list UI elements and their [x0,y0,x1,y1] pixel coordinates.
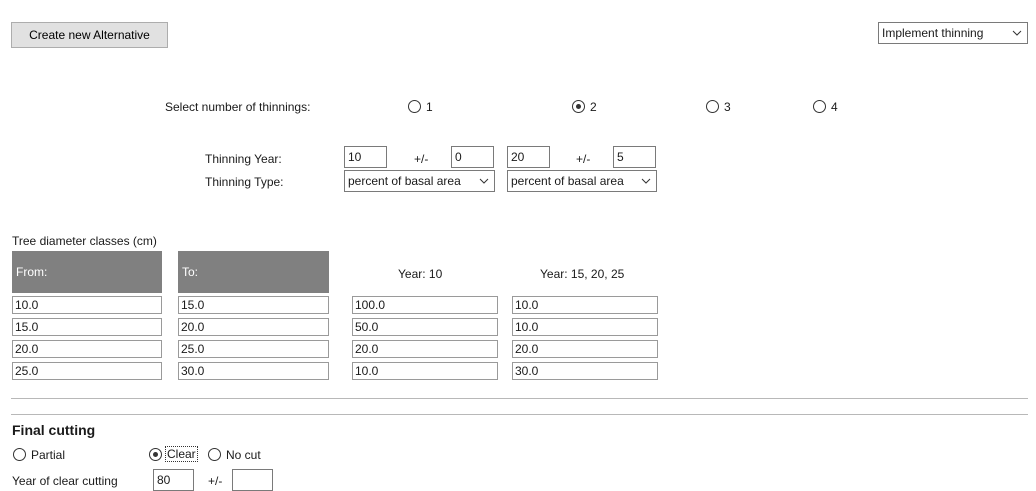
table-cell-year-b[interactable]: 30.0 [512,362,658,380]
radio-label: 1 [426,100,433,114]
mode-select[interactable]: Implement thinning [878,22,1028,44]
clear-cutting-year-input[interactable]: 80 [153,469,194,491]
diameter-table-caption: Tree diameter classes (cm) [12,234,157,248]
thinnings-radio-3[interactable]: 3 [706,98,746,116]
thinning-2-type-select[interactable]: percent of basal area [507,170,657,192]
table-cell-year-b[interactable]: 20.0 [512,340,658,358]
thinning-2-year-input[interactable]: 20 [507,146,550,168]
radio-button-icon [149,448,162,461]
table-cell-to[interactable]: 30.0 [178,362,329,380]
table-cell-year-a[interactable]: 20.0 [352,340,498,358]
create-alternative-button[interactable]: Create new Alternative [11,22,168,48]
thinning-year-label: Thinning Year: [205,152,282,166]
from-column-header: From: [12,251,162,293]
radio-button-icon [208,448,221,461]
thinnings-radio-1[interactable]: 1 [408,98,448,116]
plus-minus-label: +/- [414,152,429,166]
table-cell-year-b[interactable]: 10.0 [512,318,658,336]
thinning-1-type-select[interactable]: percent of basal area [344,170,495,192]
year-a-column-header: Year: 10 [398,267,443,281]
final-cutting-title: Final cutting [12,422,96,438]
chevron-down-icon [477,171,491,191]
table-cell-from[interactable]: 20.0 [12,340,162,358]
radio-button-icon [13,448,26,461]
final-cutting-radio-clear[interactable]: Clear [149,446,205,464]
year-b-column-header: Year: 15, 20, 25 [540,267,625,281]
thinnings-count-label: Select number of thinnings: [165,100,311,114]
thinning-2-tolerance-input[interactable]: 5 [613,146,656,168]
to-column-header: To: [178,251,329,293]
table-cell-from[interactable]: 15.0 [12,318,162,336]
section-divider [11,398,1028,399]
thinning-type-label: Thinning Type: [205,175,284,189]
table-cell-to[interactable]: 15.0 [178,296,329,314]
table-cell-year-a[interactable]: 10.0 [352,362,498,380]
radio-label: Clear [165,446,198,462]
radio-label: No cut [226,448,261,462]
table-cell-year-a[interactable]: 50.0 [352,318,498,336]
radio-label: 2 [590,100,597,114]
radio-button-icon [408,100,421,113]
thinning-type-value: percent of basal area [348,174,461,188]
table-cell-to[interactable]: 25.0 [178,340,329,358]
table-cell-from[interactable]: 10.0 [12,296,162,314]
final-cutting-radio-partial[interactable]: Partial [12,446,92,464]
clear-cutting-tolerance-input[interactable] [232,469,273,491]
chevron-down-icon [1010,23,1024,43]
final-cutting-radio-no-cut[interactable]: No cut [205,446,277,464]
table-cell-to[interactable]: 20.0 [178,318,329,336]
plus-minus-label: +/- [576,152,591,166]
section-divider [11,414,1028,415]
radio-button-icon [706,100,719,113]
table-cell-year-b[interactable]: 10.0 [512,296,658,314]
table-cell-year-a[interactable]: 100.0 [352,296,498,314]
radio-label: 4 [831,100,838,114]
plus-minus-label: +/- [208,474,223,488]
thinnings-radio-2[interactable]: 2 [572,98,612,116]
thinning-1-tolerance-input[interactable]: 0 [451,146,494,168]
radio-label: Partial [31,448,66,462]
mode-select-value: Implement thinning [882,26,984,40]
thinnings-radio-4[interactable]: 4 [813,98,853,116]
radio-label: 3 [724,100,731,114]
clear-cutting-year-label: Year of clear cutting [12,474,118,488]
radio-button-icon [572,100,585,113]
chevron-down-icon [639,171,653,191]
radio-button-icon [813,100,826,113]
thinning-type-value: percent of basal area [511,174,624,188]
table-cell-from[interactable]: 25.0 [12,362,162,380]
thinning-1-year-input[interactable]: 10 [344,146,387,168]
